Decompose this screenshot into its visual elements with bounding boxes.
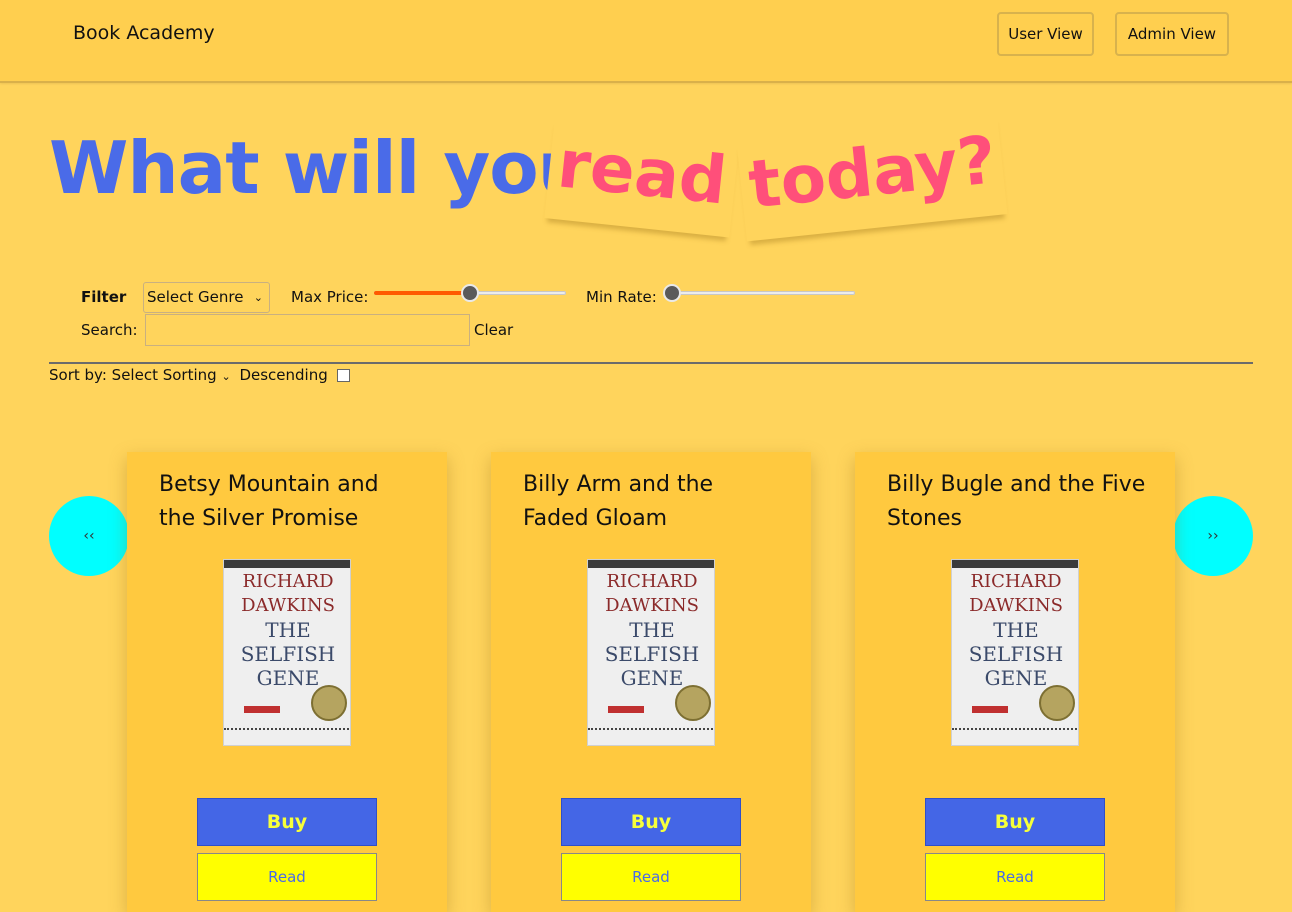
book-title: Billy Bugle and the Five Stones [887, 472, 1146, 531]
book-cover-image: RICHARD DAWKINS THE SELFISH GENE [587, 559, 715, 746]
chevron-down-icon: ⌄ [253, 291, 263, 304]
cover-author: RICHARD DAWKINS [241, 571, 335, 616]
search-input[interactable] [145, 314, 470, 346]
sort-label: Sort by: [49, 366, 107, 384]
max-price-slider-thumb[interactable] [461, 284, 479, 302]
genre-select-value: Select Genre [147, 288, 244, 306]
min-rate-slider[interactable] [663, 284, 855, 302]
buy-button[interactable]: Buy [561, 798, 741, 846]
cover-author: RICHARD DAWKINS [969, 571, 1063, 616]
book-title: Betsy Mountain and the Silver Promise [159, 472, 379, 531]
cover-title: THE SELFISH GENE [968, 618, 1064, 690]
book-cover-image: RICHARD DAWKINS THE SELFISH GENE [951, 559, 1079, 746]
max-price-slider[interactable] [374, 284, 566, 302]
clear-button[interactable]: Clear [474, 321, 513, 339]
read-button[interactable]: Read [561, 853, 741, 901]
min-rate-slider-thumb[interactable] [663, 284, 681, 302]
sort-select[interactable]: Select Sorting ⌄ [112, 366, 231, 384]
sort-row: Sort by: Select Sorting ⌄ Descending [49, 366, 350, 384]
user-view-button[interactable]: User View [997, 12, 1094, 56]
read-button[interactable]: Read [197, 853, 377, 901]
carousel-prev-button[interactable]: ‹‹ [49, 496, 129, 576]
anniversary-seal-icon [1039, 685, 1075, 721]
buy-button[interactable]: Buy [925, 798, 1105, 846]
descending-checkbox[interactable] [336, 369, 350, 382]
buy-button[interactable]: Buy [197, 798, 377, 846]
admin-view-button[interactable]: Admin View [1115, 12, 1229, 56]
book-card: Betsy Mountain and the Silver Promise RI… [127, 452, 447, 912]
anniversary-seal-icon [311, 685, 347, 721]
cover-title: THE SELFISH GENE [604, 618, 700, 690]
max-price-label: Max Price: [291, 288, 369, 306]
min-rate-label: Min Rate: [586, 288, 657, 306]
top-navbar: Book Academy User View Admin View [0, 0, 1292, 83]
book-cover-image: RICHARD DAWKINS THE SELFISH GENE [223, 559, 351, 746]
anniversary-seal-icon [675, 685, 711, 721]
brand-logo[interactable]: Book Academy [73, 22, 215, 44]
book-card: Billy Arm and the Faded Gloam RICHARD DA… [491, 452, 811, 912]
cover-author: RICHARD DAWKINS [605, 571, 699, 616]
hero-note-today: today? [736, 114, 1008, 242]
genre-select[interactable]: Select Genre ⌄ [143, 282, 270, 313]
hero-main-text: What will you [49, 126, 589, 210]
max-price-slider-fill [374, 291, 470, 295]
read-button[interactable]: Read [925, 853, 1105, 901]
search-label: Search: [81, 321, 138, 339]
filter-divider [49, 362, 1253, 364]
book-title: Billy Arm and the Faded Gloam [523, 472, 714, 531]
carousel-next-button[interactable]: ›› [1173, 496, 1253, 576]
chevron-down-icon: ⌄ [221, 370, 231, 383]
descending-label: Descending [239, 366, 328, 384]
sort-select-value: Select Sorting [111, 366, 217, 384]
cover-title: THE SELFISH GENE [240, 618, 336, 690]
filter-label: Filter [81, 288, 127, 306]
book-card: Billy Bugle and the Five Stones RICHARD … [855, 452, 1175, 912]
hero-note-read: read [544, 118, 740, 238]
